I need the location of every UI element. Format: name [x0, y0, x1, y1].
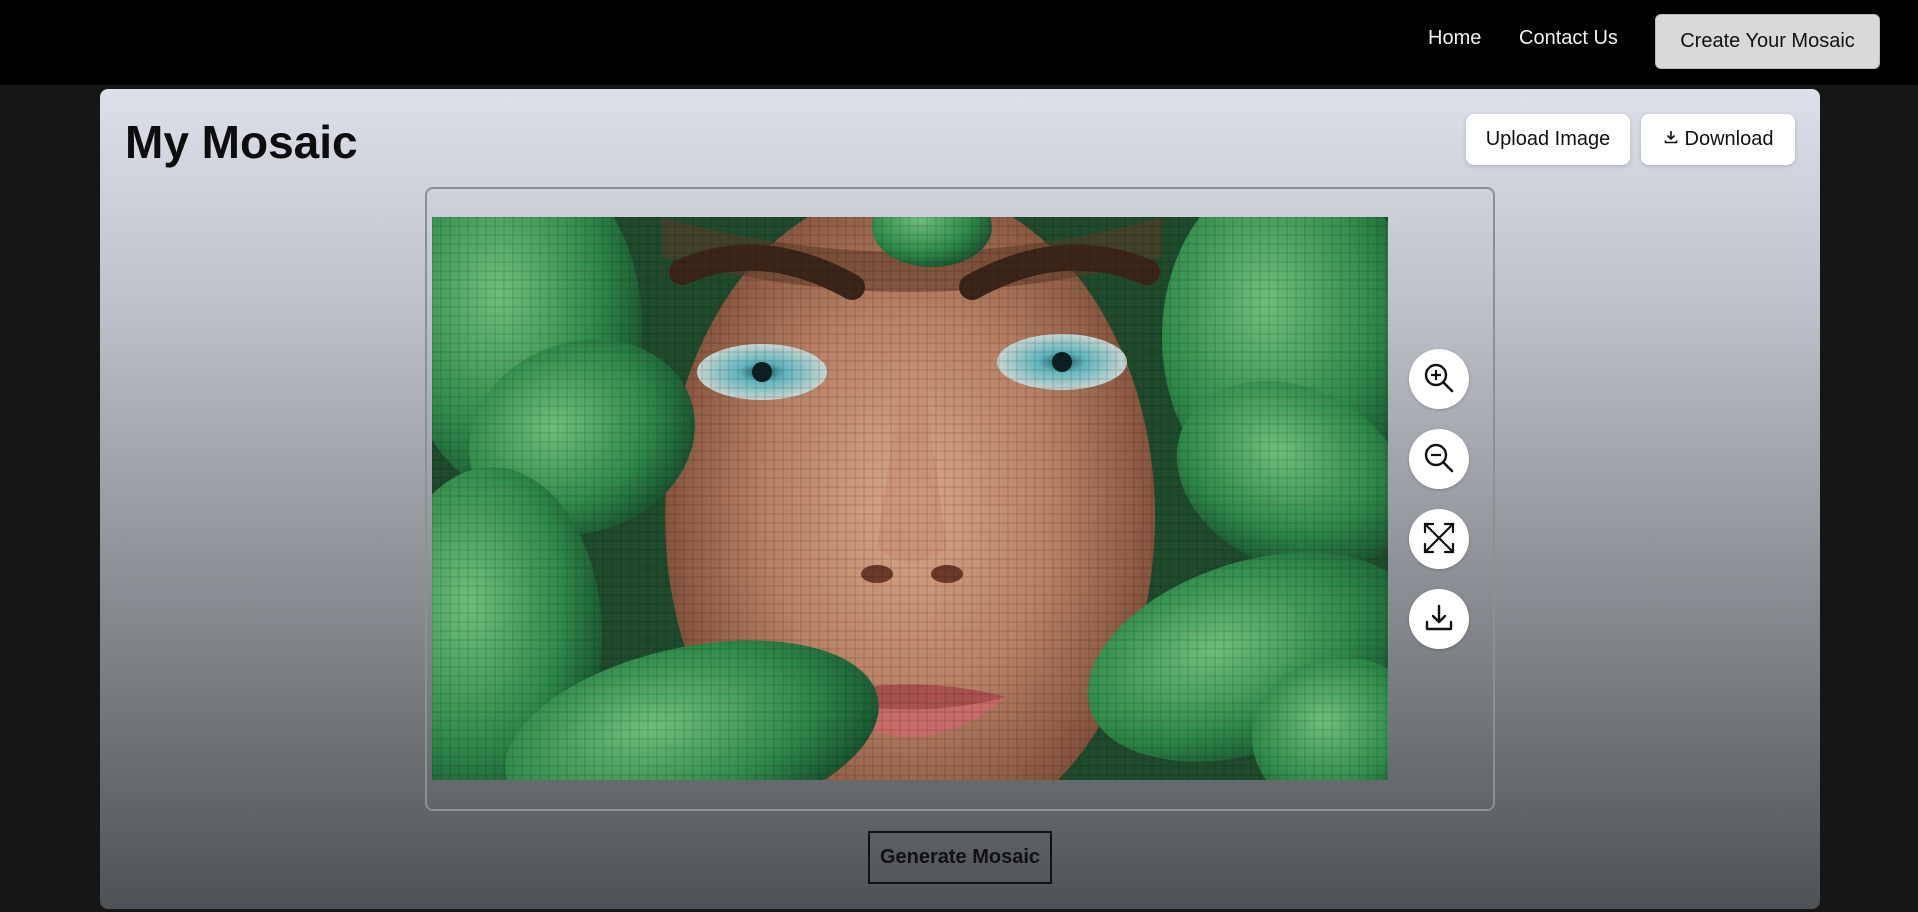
mosaic-image[interactable]: [432, 217, 1388, 780]
zoom-out-icon: [1422, 441, 1456, 478]
zoom-in-icon: [1422, 361, 1456, 398]
nav-link-home[interactable]: Home: [1428, 27, 1481, 50]
generate-mosaic-button[interactable]: Generate Mosaic: [868, 831, 1052, 884]
mosaic-preview-frame: [425, 187, 1495, 811]
download-label: Download: [1684, 128, 1774, 150]
nav-link-contact-us[interactable]: Contact Us: [1519, 27, 1618, 50]
page-title: My Mosaic: [125, 116, 358, 168]
zoom-out-button[interactable]: [1409, 429, 1469, 489]
download-button[interactable]: Download: [1641, 114, 1795, 165]
fullscreen-button[interactable]: [1409, 509, 1469, 569]
upload-image-button[interactable]: Upload Image: [1466, 114, 1630, 165]
download-icon: [1663, 128, 1679, 151]
top-navigation-bar: Home Contact Us Create Your Mosaic: [0, 0, 1918, 85]
mosaic-picture: [432, 217, 1388, 780]
upload-image-label: Upload Image: [1485, 128, 1611, 150]
expand-arrows-icon: [1421, 520, 1457, 559]
mosaic-panel: My Mosaic Upload Image Download Generate…: [100, 89, 1820, 909]
download-mosaic-button[interactable]: [1409, 589, 1469, 649]
zoom-in-button[interactable]: [1409, 349, 1469, 409]
create-your-mosaic-button[interactable]: Create Your Mosaic: [1655, 14, 1880, 69]
download-tray-icon: [1423, 602, 1455, 637]
